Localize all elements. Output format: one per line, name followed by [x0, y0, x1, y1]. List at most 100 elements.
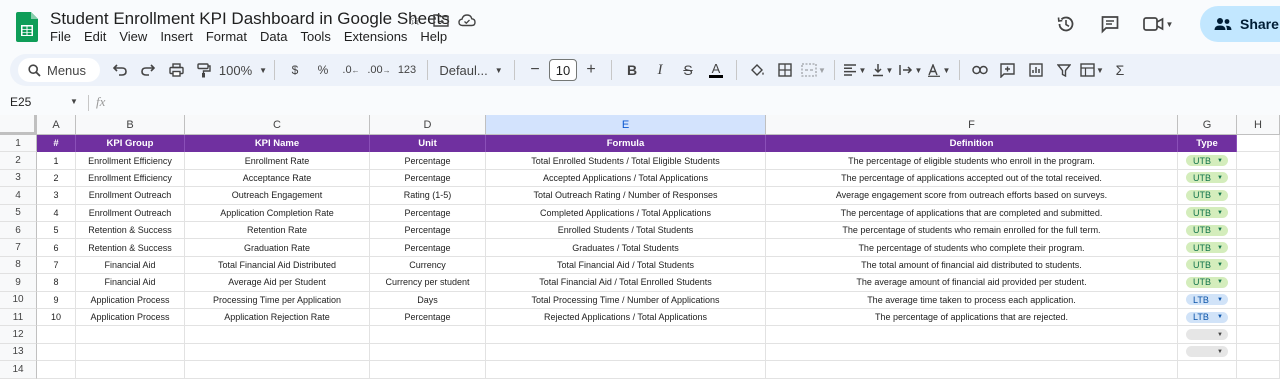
type-dropdown-cell[interactable]: LTB ▼ — [1178, 291, 1237, 309]
meet-call-icon[interactable]: ▼ — [1136, 6, 1180, 42]
table-cell[interactable]: Graduates / Total Students — [486, 239, 766, 257]
table-cell[interactable]: Percentage — [370, 239, 486, 257]
filter-icon[interactable] — [1052, 57, 1076, 83]
share-button[interactable]: Share — [1200, 6, 1280, 42]
font-size-input[interactable]: 10 — [549, 59, 577, 81]
table-cell[interactable]: Percentage — [370, 222, 486, 240]
table-cell[interactable]: Application Process — [76, 309, 185, 327]
column-header-e[interactable]: E — [486, 115, 766, 135]
fill-color-icon[interactable] — [745, 57, 769, 83]
empty-cell[interactable] — [766, 361, 1178, 379]
header-cell[interactable]: Unit — [370, 135, 486, 153]
table-cell[interactable]: The average time taken to process each a… — [766, 291, 1178, 309]
table-cell[interactable]: Total Financial Aid / Total Students — [486, 256, 766, 275]
table-cell[interactable]: The percentage of students who complete … — [766, 239, 1178, 257]
table-cell[interactable]: Application Process — [76, 291, 185, 309]
name-box[interactable]: E25 — [10, 95, 31, 109]
empty-cell[interactable] — [1237, 274, 1280, 292]
table-cell[interactable]: Currency per student — [370, 274, 486, 292]
row-header-7[interactable]: 7 — [0, 239, 37, 257]
header-cell[interactable]: Type — [1178, 135, 1237, 153]
table-cell[interactable]: Percentage — [370, 152, 486, 170]
table-cell[interactable]: Retention & Success — [76, 222, 185, 240]
table-cell[interactable]: Percentage — [370, 309, 486, 327]
table-cell[interactable]: The percentage of applications accepted … — [766, 169, 1178, 188]
empty-cell[interactable] — [486, 343, 766, 362]
vertical-align-icon[interactable]: ▼ — [871, 57, 895, 83]
type-dropdown-chip[interactable]: ▼ — [1186, 329, 1228, 341]
empty-cell[interactable] — [76, 326, 185, 344]
menu-format[interactable]: Format — [206, 29, 253, 44]
row-header-6[interactable]: 6 — [0, 222, 37, 240]
table-cell[interactable]: 8 — [37, 274, 76, 292]
table-cell[interactable]: Average Aid per Student — [185, 274, 370, 292]
table-cell[interactable]: Rejected Applications / Total Applicatio… — [486, 309, 766, 327]
table-cell[interactable]: Completed Applications / Total Applicati… — [486, 204, 766, 222]
type-dropdown-chip[interactable]: UTB ▼ — [1186, 224, 1228, 236]
table-cell[interactable]: Total Processing Time / Number of Applic… — [486, 291, 766, 309]
table-cell[interactable]: Days — [370, 291, 486, 309]
empty-cell[interactable] — [1237, 291, 1280, 309]
paint-format-icon[interactable] — [192, 57, 216, 83]
row-header-4[interactable]: 4 — [0, 187, 37, 205]
increase-font-size-icon[interactable]: + — [579, 57, 603, 83]
font-family-select[interactable]: Defaul... ▼ — [436, 57, 506, 83]
type-dropdown-cell[interactable]: ▼ — [1178, 343, 1237, 362]
increase-decimal-button[interactable]: .00 → — [367, 57, 391, 83]
empty-cell[interactable] — [185, 343, 370, 362]
empty-cell[interactable] — [370, 343, 486, 362]
menu-tools[interactable]: Tools — [300, 29, 336, 44]
table-cell[interactable]: Retention & Success — [76, 239, 185, 257]
row-header-13[interactable]: 13 — [0, 343, 37, 362]
type-dropdown-chip[interactable]: LTB ▼ — [1186, 294, 1228, 306]
search-menus[interactable]: Menus — [18, 58, 100, 82]
insert-comment-icon[interactable] — [996, 57, 1020, 83]
decrease-font-size-icon[interactable]: − — [523, 57, 547, 83]
type-dropdown-cell[interactable]: UTB ▼ — [1178, 256, 1237, 275]
table-cell[interactable]: Total Financial Aid / Total Enrolled Stu… — [486, 274, 766, 292]
empty-cell[interactable] — [185, 361, 370, 379]
header-cell[interactable]: Formula — [486, 135, 766, 153]
empty-cell[interactable] — [37, 343, 76, 362]
cloud-status-icon[interactable] — [458, 11, 476, 29]
star-icon[interactable]: ☆ — [406, 11, 424, 29]
row-header-3[interactable]: 3 — [0, 169, 37, 188]
empty-cell[interactable] — [1237, 204, 1280, 222]
row-header-10[interactable]: 10 — [0, 291, 37, 309]
table-cell[interactable]: Enrollment Efficiency — [76, 169, 185, 188]
column-header-b[interactable]: B — [76, 115, 185, 135]
type-dropdown-cell[interactable]: UTB ▼ — [1178, 169, 1237, 188]
table-cell[interactable]: The total amount of financial aid distri… — [766, 256, 1178, 275]
insert-chart-icon[interactable] — [1024, 57, 1048, 83]
type-dropdown-chip[interactable]: UTB ▼ — [1186, 189, 1228, 201]
column-header-f[interactable]: F — [766, 115, 1178, 135]
header-cell[interactable]: # — [37, 135, 76, 153]
table-cell[interactable]: 5 — [37, 222, 76, 240]
table-cell[interactable]: Percentage — [370, 169, 486, 188]
table-cell[interactable]: Enrollment Outreach — [76, 204, 185, 222]
empty-cell[interactable] — [1237, 326, 1280, 344]
empty-cell[interactable] — [370, 361, 486, 379]
undo-icon[interactable] — [108, 57, 132, 83]
menu-help[interactable]: Help — [420, 29, 453, 44]
header-cell[interactable]: Definition — [766, 135, 1178, 153]
type-dropdown-cell[interactable]: UTB ▼ — [1178, 152, 1237, 170]
table-cell[interactable]: 6 — [37, 239, 76, 257]
type-dropdown-cell[interactable]: UTB ▼ — [1178, 239, 1237, 257]
table-cell[interactable]: The average amount of financial aid prov… — [766, 274, 1178, 292]
merge-cells-icon[interactable]: ▼ — [801, 57, 826, 83]
table-cell[interactable]: 10 — [37, 309, 76, 327]
print-icon[interactable] — [164, 57, 188, 83]
format-percent-button[interactable]: % — [311, 57, 335, 83]
empty-cell[interactable] — [1237, 152, 1280, 170]
borders-icon[interactable] — [773, 57, 797, 83]
menu-view[interactable]: View — [119, 29, 153, 44]
column-header-a[interactable]: A — [37, 115, 76, 135]
table-cell[interactable]: Enrollment Efficiency — [76, 152, 185, 170]
table-cell[interactable]: 4 — [37, 204, 76, 222]
table-cell[interactable]: 1 — [37, 152, 76, 170]
empty-cell[interactable] — [1237, 343, 1280, 362]
type-dropdown-cell[interactable]: ▼ — [1178, 326, 1237, 344]
type-dropdown-chip[interactable]: UTB ▼ — [1186, 155, 1228, 167]
bold-button[interactable]: B — [620, 57, 644, 83]
